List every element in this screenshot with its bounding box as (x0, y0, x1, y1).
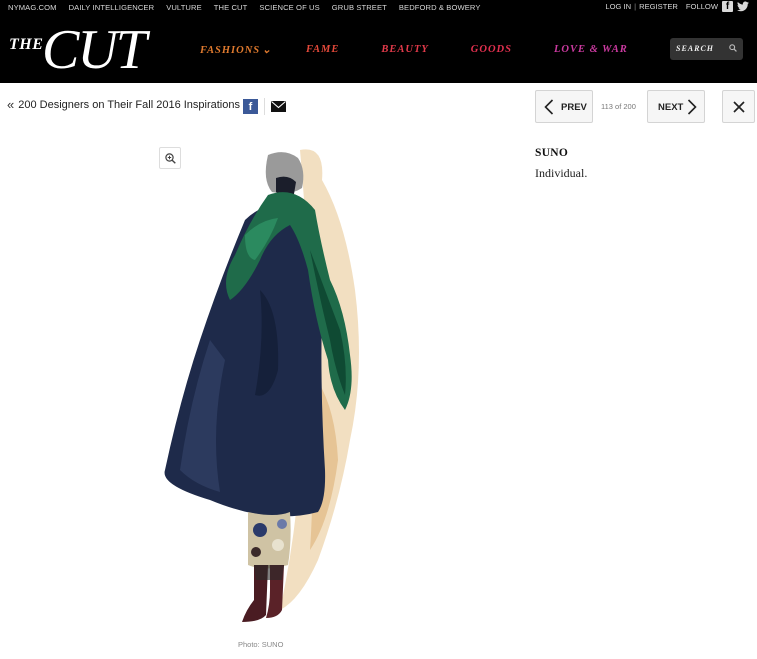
next-label: NEXT (658, 102, 684, 113)
network-links: NYMAG.COM DAILY INTELLIGENCER VULTURE TH… (8, 3, 493, 12)
chevron-left-icon (544, 99, 554, 115)
slide-counter: 113 of 200 (601, 102, 636, 111)
search-icon (729, 44, 737, 52)
section-nav: FASHIONS ⌄ FAME BEAUTY GOODS LOVE & WAR (200, 44, 628, 56)
twitter-icon[interactable] (737, 1, 749, 12)
close-icon (733, 101, 745, 113)
chevron-right-icon (687, 99, 697, 115)
login-link[interactable]: LOG IN (605, 2, 631, 11)
photo-credit: Photo: SUNO (238, 640, 284, 649)
fashion-illustration (164, 149, 359, 622)
network-link-science-of-us[interactable]: SCIENCE OF US (259, 3, 319, 12)
mail-icon[interactable] (271, 101, 286, 112)
slide-caption: Individual. (535, 166, 588, 180)
network-link-the-cut[interactable]: THE CUT (214, 3, 248, 12)
search-label: SEARCH (676, 44, 715, 53)
nav-item-fame[interactable]: FAME (306, 44, 339, 56)
follow-label: FOLLOW (685, 2, 718, 11)
nav-item-love-and-war[interactable]: LOVE & WAR (554, 44, 628, 56)
main-navigation: THE CUT FASHIONS ⌄ FAME BEAUTY GOODS LOVE… (0, 17, 757, 83)
gallery-title: 200 Designers on Their Fall 2016 Inspira… (18, 99, 240, 111)
logo-cut: CUT (42, 19, 147, 81)
slide-title: SUNO (535, 147, 569, 159)
chevron-down-icon: ⌄ (262, 45, 272, 56)
nav-item-goods[interactable]: GOODS (471, 44, 512, 56)
top-utility-bar: NYMAG.COM DAILY INTELLIGENCER VULTURE TH… (0, 0, 757, 17)
the-cut-logo[interactable]: THE CUT (6, 19, 166, 81)
double-chevron-left-icon: « (7, 97, 15, 112)
share-divider (264, 98, 265, 115)
account-separator: | (634, 2, 637, 11)
next-button[interactable]: NEXT (647, 90, 705, 123)
nav-item-fashions[interactable]: FASHIONS ⌄ (200, 44, 272, 56)
prev-label: PREV (561, 102, 587, 113)
nav-item-fashions-label: FASHIONS (200, 45, 261, 56)
facebook-icon[interactable]: f (722, 1, 733, 12)
account-links: LOG IN | REGISTER FOLLOW f (605, 1, 749, 12)
search-button[interactable]: SEARCH (670, 38, 743, 60)
facebook-share-icon[interactable]: f (243, 99, 258, 114)
network-link-vulture[interactable]: VULTURE (166, 3, 202, 12)
network-link-bedford-bowery[interactable]: BEDFORD & BOWERY (399, 3, 481, 12)
register-link[interactable]: REGISTER (639, 2, 678, 11)
nav-item-beauty[interactable]: BEAUTY (381, 44, 428, 56)
back-to-gallery-link[interactable]: « 200 Designers on Their Fall 2016 Inspi… (7, 97, 240, 112)
logo-the: THE (9, 36, 44, 53)
network-link-nymag[interactable]: NYMAG.COM (8, 3, 57, 12)
network-link-grub-street[interactable]: GRUB STREET (332, 3, 387, 12)
network-link-daily-intelligencer[interactable]: DAILY INTELLIGENCER (69, 3, 155, 12)
close-button[interactable] (722, 90, 755, 123)
prev-button[interactable]: PREV (535, 90, 593, 123)
